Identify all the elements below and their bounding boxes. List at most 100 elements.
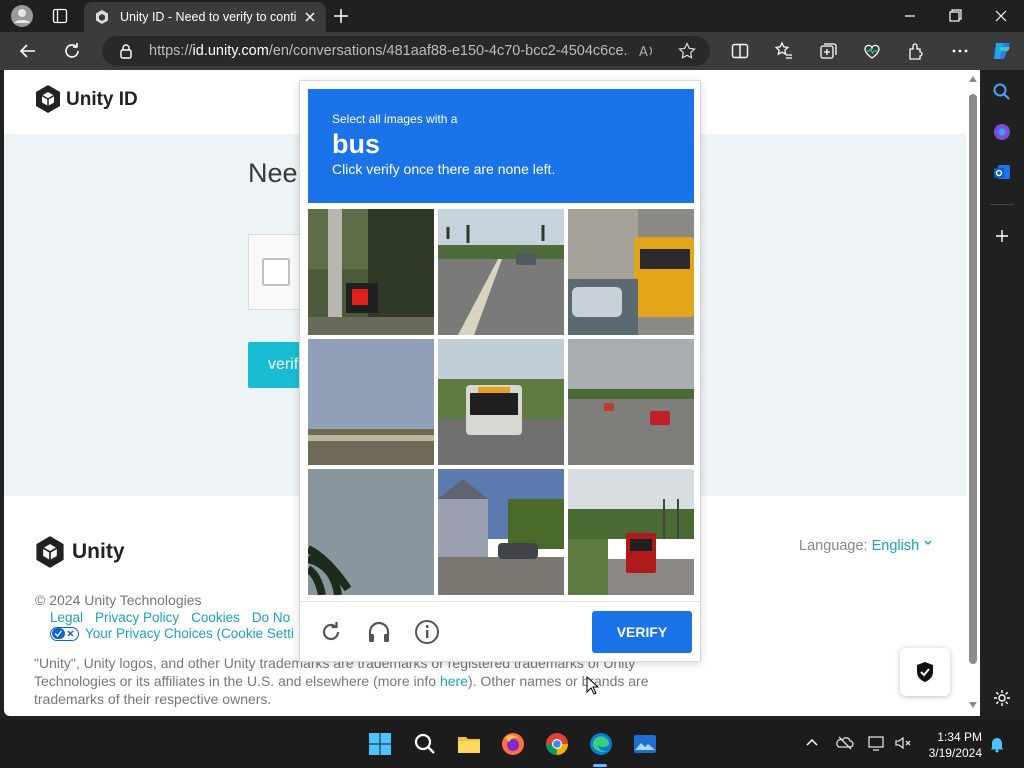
- onedrive-icon[interactable]: [836, 734, 854, 752]
- refresh-icon[interactable]: [318, 619, 344, 645]
- page-title: Nee: [248, 158, 298, 188]
- captcha-widget[interactable]: [248, 234, 306, 310]
- prompt-hint: Click verify once there are none left.: [332, 161, 556, 177]
- browser-toolbar: https://id.unity.com/en/conversations/48…: [0, 32, 1024, 70]
- read-aloud-icon[interactable]: A: [638, 42, 656, 60]
- scrollbar-thumb[interactable]: [969, 94, 977, 664]
- footer-link-privacy[interactable]: Privacy Policy: [95, 610, 179, 625]
- freeway-cars-image: [568, 339, 694, 465]
- challenge-tile-9[interactable]: [568, 469, 694, 595]
- houses-street-image: [438, 469, 564, 595]
- tab-title: Unity ID - Need to verify to conti: [120, 10, 296, 24]
- scroll-up-icon[interactable]: [969, 76, 977, 82]
- browser-tab-active[interactable]: Unity ID - Need to verify to conti: [84, 2, 326, 32]
- footer-links: Legal Privacy Policy Cookies Do No: [50, 610, 300, 625]
- windows-start-icon[interactable]: [368, 732, 392, 756]
- add-sidebar-app-icon[interactable]: [992, 226, 1012, 246]
- challenge-image-grid: [308, 209, 694, 595]
- refresh-page-icon[interactable]: [62, 41, 82, 61]
- notification-bell-icon[interactable]: [988, 735, 1006, 753]
- challenge-tile-6[interactable]: [568, 339, 694, 465]
- mouse-cursor-icon: [586, 676, 600, 695]
- unity-logo-icon: [36, 85, 60, 113]
- more-menu-icon[interactable]: [950, 41, 970, 61]
- privacy-choices-link[interactable]: Your Privacy Choices (Cookie Setti: [50, 626, 300, 641]
- challenge-tile-7[interactable]: [308, 469, 434, 595]
- firefox-icon[interactable]: [501, 732, 525, 756]
- clock-time: 1:34 PM: [937, 730, 982, 744]
- close-window-icon[interactable]: [986, 4, 1016, 28]
- page-verify-button[interactable]: verif: [248, 342, 304, 388]
- hcaptcha-badge[interactable]: [900, 648, 950, 696]
- scroll-down-icon[interactable]: [969, 702, 977, 708]
- school-bus-image: [568, 209, 694, 335]
- captcha-checkbox[interactable]: [262, 258, 290, 286]
- prompt-target-word: bus: [332, 129, 381, 159]
- outlook-icon[interactable]: [992, 162, 1012, 182]
- challenge-tile-8[interactable]: [438, 469, 564, 595]
- challenge-tile-3[interactable]: [568, 209, 694, 335]
- page-scrollbar[interactable]: [966, 70, 980, 716]
- show-hidden-icons-chevron-up-icon[interactable]: [805, 736, 819, 750]
- info-icon[interactable]: [414, 619, 440, 645]
- restore-icon[interactable]: [940, 4, 970, 28]
- clock-date: 3/19/2024: [928, 746, 982, 760]
- chrome-icon[interactable]: [545, 732, 569, 756]
- minimize-icon[interactable]: [895, 4, 925, 28]
- challenge-footer-divider: [300, 601, 700, 602]
- open-field-sky-image: [308, 339, 434, 465]
- windows-taskbar: 1:34 PM 3/19/2024: [0, 720, 1024, 768]
- lock-icon[interactable]: [118, 43, 134, 59]
- red-bus-road-image: [568, 469, 694, 595]
- footer-link-cookies[interactable]: Cookies: [191, 610, 240, 625]
- tab-close-icon[interactable]: [300, 7, 320, 27]
- sidebar-settings-gear-icon[interactable]: [992, 688, 1012, 708]
- language-selector[interactable]: Language: English: [799, 538, 933, 554]
- profile-avatar-icon[interactable]: [10, 4, 34, 28]
- favorite-star-icon[interactable]: [678, 42, 696, 60]
- copyright-text: © 2024 Unity Technologies: [35, 592, 202, 608]
- search-icon[interactable]: [992, 82, 1012, 102]
- edge-sidebar: [980, 70, 1024, 716]
- taskbar-search-icon[interactable]: [413, 732, 437, 756]
- highway-road-image: [438, 209, 564, 335]
- challenge-tile-1[interactable]: [308, 209, 434, 335]
- address-bar[interactable]: https://id.unity.com/en/conversations/48…: [102, 36, 710, 66]
- copilot-icon[interactable]: [990, 39, 1014, 63]
- collections-icon[interactable]: [818, 41, 838, 61]
- active-app-indicator: [593, 764, 607, 767]
- network-display-icon[interactable]: [868, 734, 886, 752]
- city-bus-image: [438, 339, 564, 465]
- footer-link-legal[interactable]: Legal: [50, 610, 83, 625]
- tab-strip: Unity ID - Need to verify to conti: [0, 0, 1024, 32]
- split-screen-icon[interactable]: [730, 41, 750, 61]
- hcaptcha-challenge: Select all images with a bus Click verif…: [299, 80, 701, 662]
- shield-check-icon: [917, 662, 933, 682]
- back-icon[interactable]: [18, 41, 38, 61]
- system-clock[interactable]: 1:34 PM 3/19/2024: [916, 729, 982, 761]
- challenge-tile-2[interactable]: [438, 209, 564, 335]
- volume-muted-icon[interactable]: [894, 734, 912, 752]
- challenge-tile-4[interactable]: [308, 339, 434, 465]
- unity-favicon-icon: [96, 10, 108, 24]
- browser-essentials-icon[interactable]: [862, 41, 882, 61]
- challenge-tile-5[interactable]: [438, 339, 564, 465]
- tab-actions-icon[interactable]: [52, 8, 68, 24]
- edge-icon[interactable]: [589, 732, 613, 756]
- file-explorer-icon[interactable]: [457, 732, 481, 756]
- sidebar-divider: [990, 204, 1014, 205]
- prompt-instruction: Select all images with a: [332, 112, 458, 126]
- chevron-down-icon: [924, 540, 932, 545]
- favorites-icon[interactable]: [774, 41, 794, 61]
- extensions-icon[interactable]: [906, 41, 926, 61]
- photos-app-icon[interactable]: [633, 732, 657, 756]
- more-info-link[interactable]: here: [440, 673, 468, 689]
- new-tab-icon[interactable]: [332, 7, 350, 25]
- svg-text:A: A: [639, 45, 648, 60]
- copilot-sidebar-icon[interactable]: [992, 122, 1012, 142]
- headphones-icon[interactable]: [366, 619, 392, 645]
- privacy-toggle-icon: [50, 627, 79, 641]
- challenge-verify-button[interactable]: VERIFY: [592, 611, 692, 653]
- footer-link-do-not-sell[interactable]: Do No: [252, 610, 290, 625]
- traffic-signal-image: [308, 209, 434, 335]
